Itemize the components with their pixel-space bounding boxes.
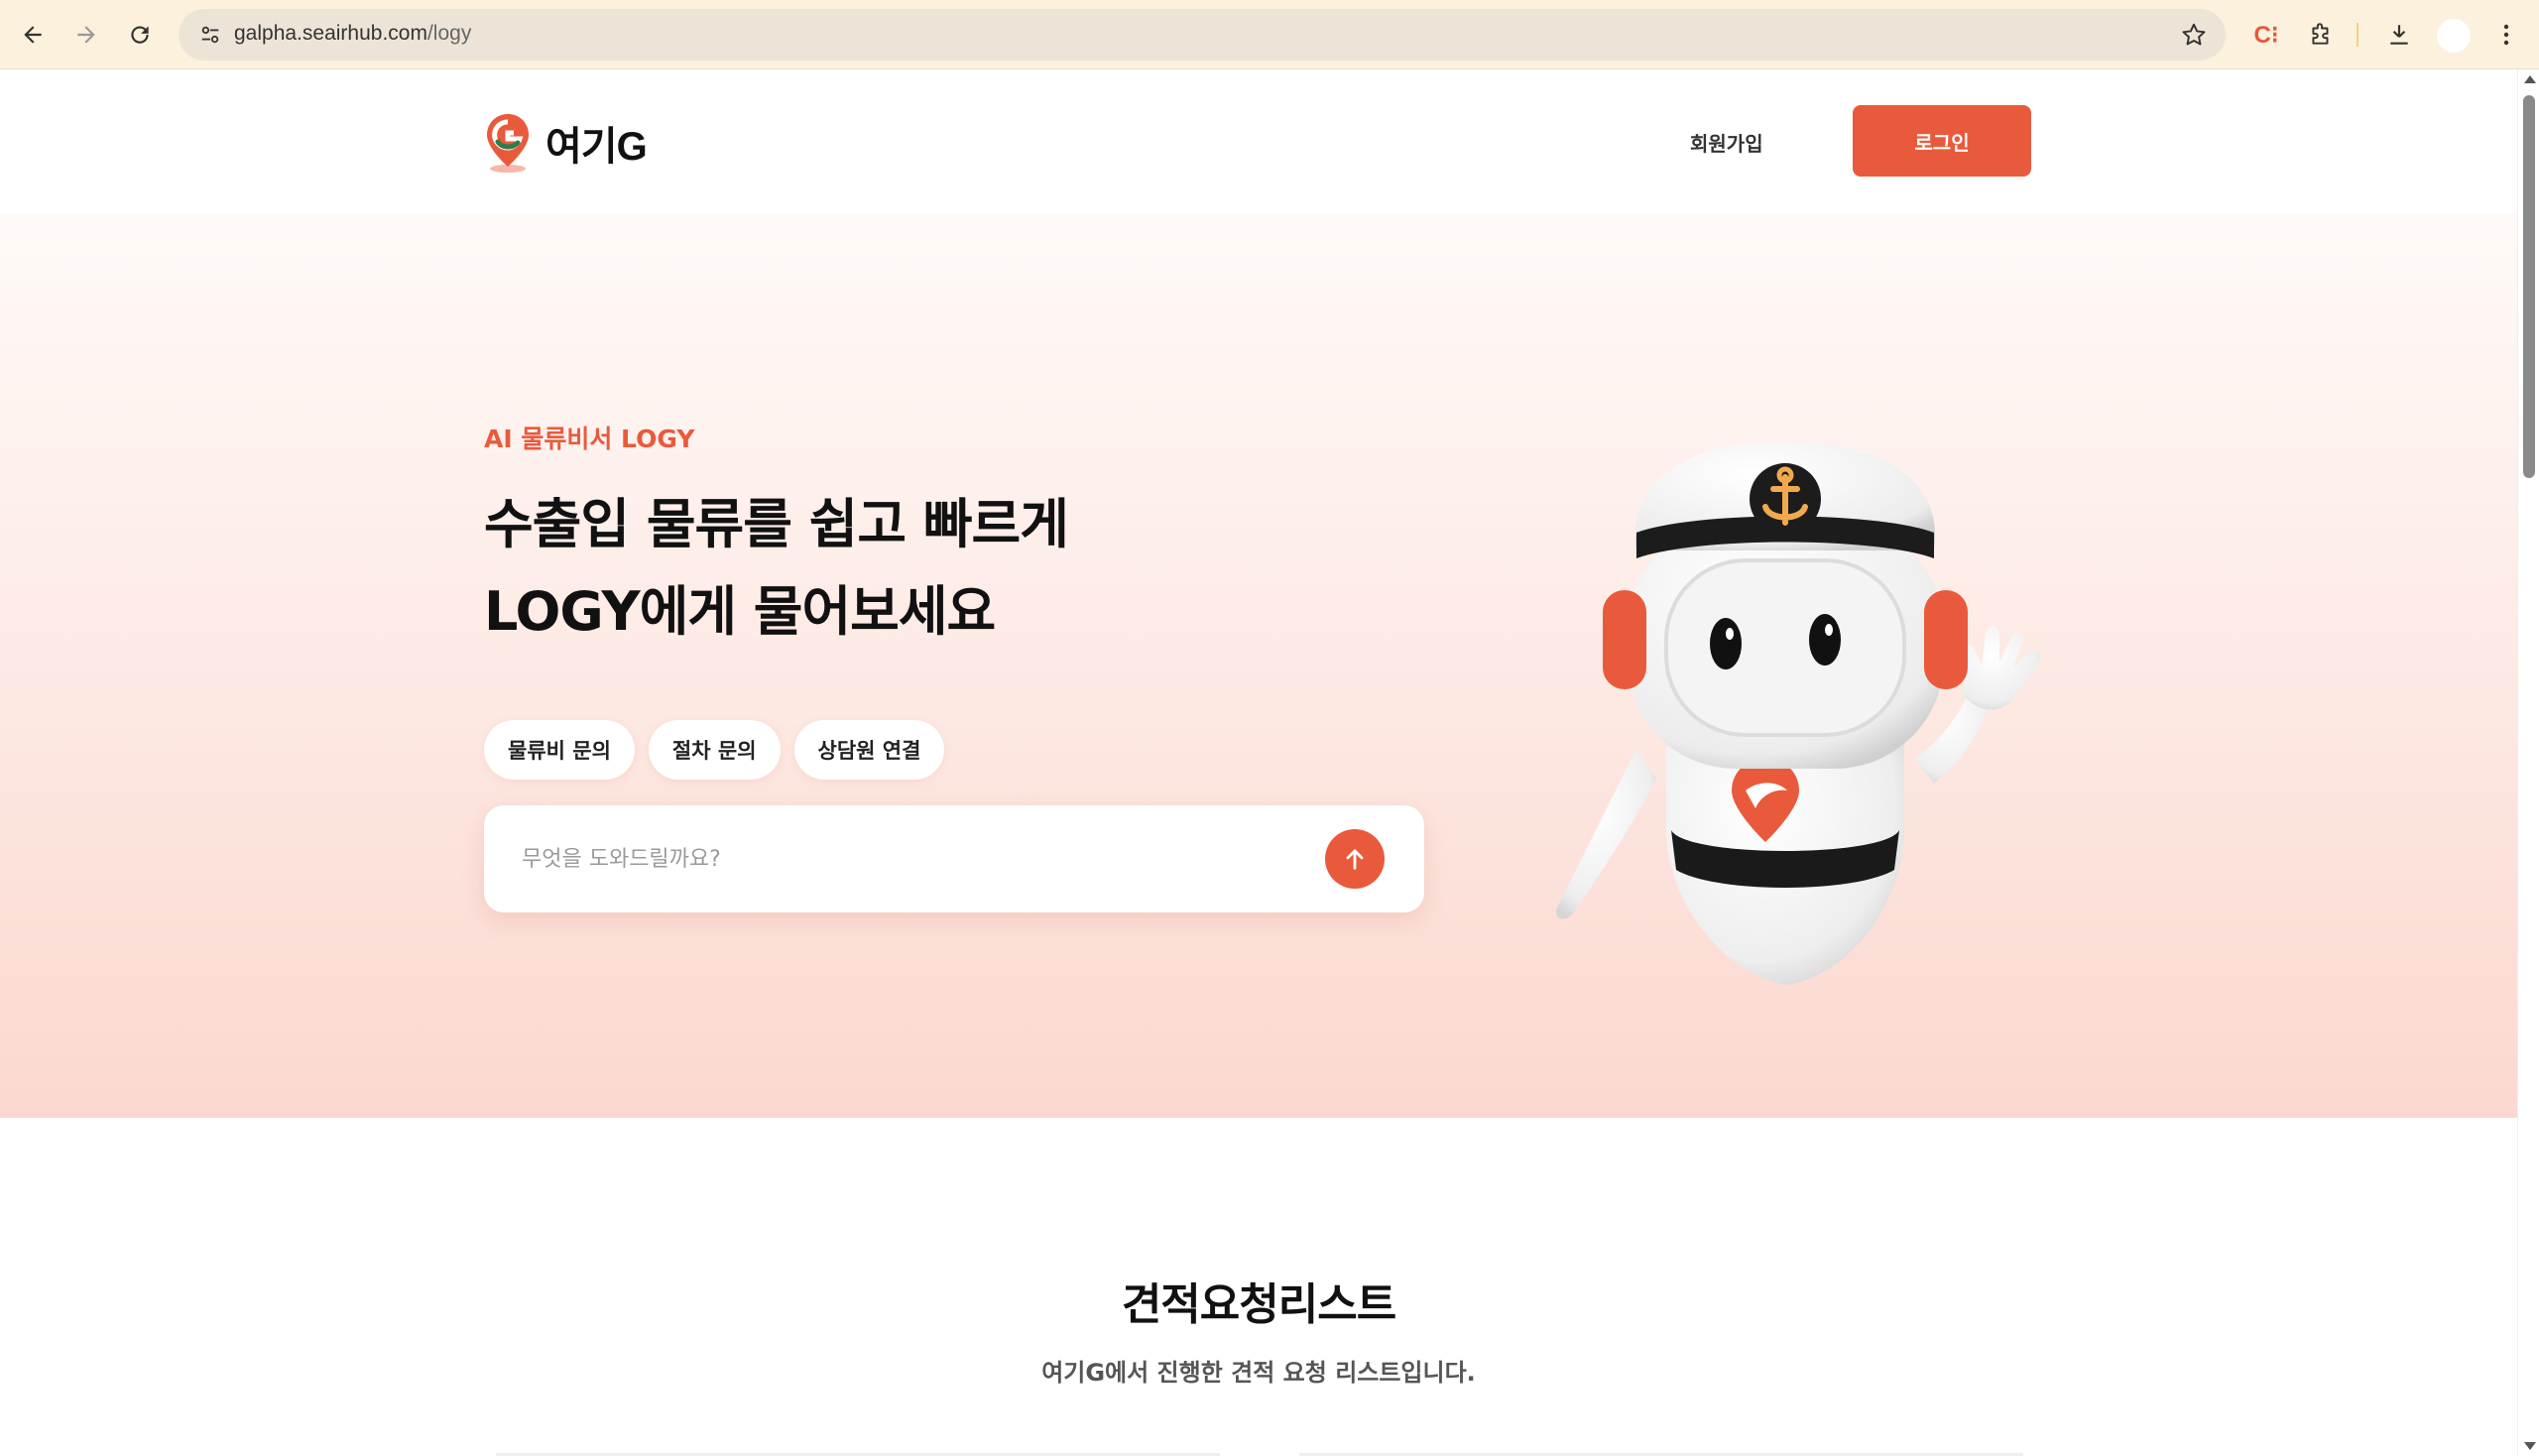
logo-text: 여기G: [545, 125, 648, 169]
quick-question-chips: 물류비 문의 절차 문의 상담원 연결: [484, 720, 945, 780]
star-icon: [2182, 23, 2206, 46]
arrow-left-icon: [24, 26, 42, 44]
chip-agent-connect[interactable]: 상담원 연결: [793, 720, 945, 780]
location-pin-g-icon: [487, 114, 529, 173]
chip-procedure[interactable]: 절차 문의: [648, 720, 781, 780]
site-logo[interactable]: 여기G: [484, 110, 648, 176]
hero-title-line-1: 수출입 물류를 쉽고 빠르게: [484, 493, 1069, 555]
scroll-up-arrow-icon[interactable]: [2524, 75, 2536, 83]
chat-input-box: [484, 805, 1424, 912]
extensions-button[interactable]: [2302, 16, 2340, 54]
url-text[interactable]: galpha.seairhub.com/logy: [234, 22, 471, 46]
profile-avatar[interactable]: [2437, 19, 2471, 53]
reload-icon: [131, 26, 149, 44]
hero-section: AI 물류비서 LOGY 수출입 물류를 쉽고 빠르게 LOGY에게 물어보세요…: [0, 213, 2517, 1118]
browser-menu-button[interactable]: [2487, 16, 2525, 54]
downloads-button[interactable]: [2380, 16, 2418, 54]
scroll-down-arrow-icon[interactable]: [2524, 1442, 2536, 1450]
site-header: 여기G 회원가입 로그인: [0, 70, 2517, 213]
reload-button[interactable]: [121, 16, 159, 54]
extension-badge: C⁝: [2253, 21, 2279, 49]
arrow-right-icon: [77, 26, 95, 44]
hero-title: 수출입 물류를 쉽고 빠르게 LOGY에게 물어보세요: [484, 481, 1069, 656]
url-path: /logy: [426, 22, 472, 45]
kebab-menu-icon: [2503, 24, 2509, 46]
bookmark-button[interactable]: [2178, 19, 2210, 51]
hero-eyebrow: AI 물류비서 LOGY: [484, 425, 695, 453]
signup-link[interactable]: 회원가입: [1690, 128, 1763, 157]
page-viewport: 여기G 회원가입 로그인 AI 물류비서 LOGY 수출입 물류를 쉽고 빠르게…: [0, 70, 2517, 1456]
extension-c-button[interactable]: C⁝: [2247, 16, 2285, 54]
toolbar-separator: [2357, 23, 2358, 47]
address-bar[interactable]: galpha.seairhub.com/logy: [179, 9, 2226, 61]
logy-mascot-illustration: [1555, 441, 2041, 985]
page-scrollbar[interactable]: [2517, 69, 2539, 1456]
quote-list-subtitle: 여기G에서 진행한 견적 요청 리스트입니다.: [1041, 1359, 1476, 1387]
puzzle-icon: [2312, 23, 2329, 45]
tune-icon: [201, 26, 219, 44]
site-info-button[interactable]: [192, 17, 228, 53]
chip-logistics-cost[interactable]: 물류비 문의: [484, 720, 635, 780]
send-button[interactable]: [1325, 829, 1385, 889]
browser-toolbar: galpha.seairhub.com/logy C⁝: [0, 0, 2539, 69]
url-host: galpha.seairhub.com: [234, 22, 427, 45]
quote-list-title: 견적요청리스트: [1121, 1279, 1396, 1330]
chat-input[interactable]: [522, 839, 1295, 879]
scroll-thumb[interactable]: [2523, 95, 2535, 478]
arrow-up-icon: [1346, 849, 1364, 870]
login-button[interactable]: 로그인: [1853, 105, 2031, 177]
download-icon: [2390, 25, 2408, 45]
hero-title-line-2: LOGY에게 물어보세요: [484, 580, 996, 643]
forward-button[interactable]: [67, 16, 105, 54]
back-button[interactable]: [14, 16, 52, 54]
